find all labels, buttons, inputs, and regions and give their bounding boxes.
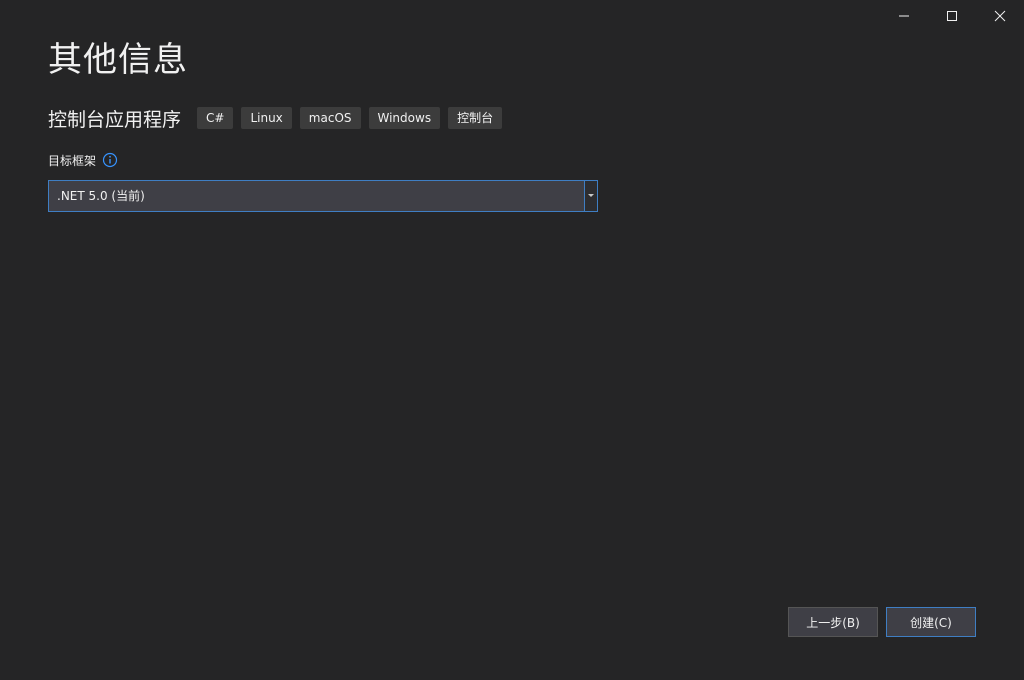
tag-windows: Windows xyxy=(368,107,441,129)
framework-label: 目标框架 xyxy=(48,153,97,168)
project-type-label: 控制台应用程序 xyxy=(48,108,182,131)
minimize-button[interactable] xyxy=(880,0,928,32)
dialog-window: 其他信息 控制台应用程序 C# Linux macOS Windows 控制台 … xyxy=(0,0,1024,680)
caption-buttons xyxy=(880,0,1024,32)
maximize-button[interactable] xyxy=(928,0,976,32)
create-button[interactable]: 创建(C) xyxy=(886,607,976,637)
chevron-down-icon xyxy=(588,194,594,197)
tag-csharp: C# xyxy=(197,107,234,129)
framework-select[interactable]: .NET 5.0 (当前) xyxy=(48,180,598,212)
framework-dropdown-button[interactable] xyxy=(584,181,597,211)
close-icon xyxy=(994,10,1006,22)
minimize-icon xyxy=(899,15,909,17)
back-button[interactable]: 上一步(B) xyxy=(788,607,878,637)
maximize-icon xyxy=(947,11,957,21)
tag-console: 控制台 xyxy=(448,107,503,129)
framework-label-row: 目标框架 xyxy=(48,150,118,170)
footer-buttons: 上一步(B) 创建(C) xyxy=(788,607,976,637)
close-button[interactable] xyxy=(976,0,1024,32)
project-type-row: 控制台应用程序 C# Linux macOS Windows 控制台 xyxy=(48,104,510,132)
tag-macos: macOS xyxy=(299,107,361,129)
tag-linux: Linux xyxy=(241,107,292,129)
info-icon[interactable] xyxy=(102,152,118,168)
page-title: 其他信息 xyxy=(48,40,188,80)
framework-select-value: .NET 5.0 (当前) xyxy=(57,189,145,203)
